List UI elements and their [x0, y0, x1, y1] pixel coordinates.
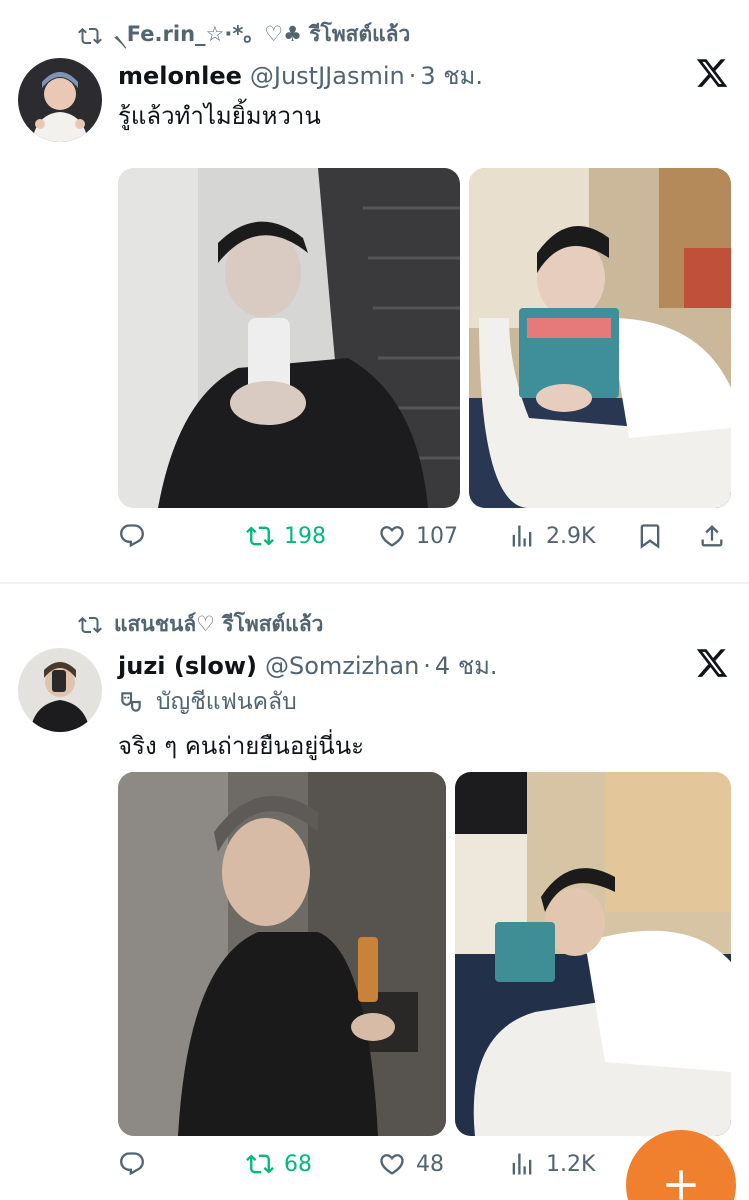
tweet-header: melonlee @JustJJasmin · 3 ชม.	[118, 56, 483, 95]
view-count: 1.2K	[546, 1151, 596, 1177]
tweet-photo[interactable]	[118, 772, 446, 1136]
fan-account-label: บัญชีแฟนคลับ	[156, 689, 297, 715]
theater-masks-icon	[121, 692, 141, 712]
bookmark-button[interactable]	[636, 522, 664, 550]
fan-account-badge: บัญชีแฟนคลับ	[118, 684, 297, 720]
repost-button[interactable]: 68	[246, 1150, 312, 1178]
repost-icon	[78, 616, 102, 633]
repost-count: 198	[284, 523, 326, 549]
repost-icon	[78, 27, 102, 44]
reply-button[interactable]	[118, 1150, 156, 1178]
tweet-1[interactable]: ৲Fe.rin_☆·*。♡♣ รีโพสต์แล้ว melonlee @Jus…	[0, 0, 749, 582]
display-name[interactable]: melonlee	[118, 62, 242, 90]
views-chart-icon	[512, 525, 532, 547]
bookmark-icon	[640, 524, 660, 549]
plus-icon	[666, 1170, 696, 1200]
views-button[interactable]: 2.9K	[508, 522, 595, 550]
avatar[interactable]	[18, 58, 102, 142]
views-chart-icon	[512, 1153, 532, 1175]
tweet-photo[interactable]	[455, 772, 731, 1136]
avatar[interactable]	[18, 648, 102, 732]
like-count: 48	[416, 1151, 444, 1177]
tweet-photo[interactable]	[469, 168, 731, 508]
separator-dot: ·	[423, 652, 431, 680]
repost-icon	[246, 1154, 274, 1174]
view-count: 2.9K	[546, 523, 596, 549]
timestamp[interactable]: 4 ชม.	[435, 646, 498, 685]
tweet-header: juzi (slow) @Somzizhan · 4 ชม.	[118, 646, 498, 685]
x-logo-icon[interactable]	[695, 646, 729, 680]
tweet-actions: 198 107 2.9K	[118, 522, 731, 562]
repost-label: รีโพสต์แล้ว	[222, 612, 324, 636]
reply-icon	[120, 524, 144, 548]
views-button[interactable]: 1.2K	[508, 1150, 595, 1178]
reply-icon	[120, 1152, 144, 1176]
share-button[interactable]	[698, 522, 726, 550]
separator-dot: ·	[408, 62, 417, 90]
timestamp[interactable]: 3 ชม.	[420, 56, 483, 95]
tweet-photo[interactable]	[118, 168, 460, 508]
repost-button[interactable]: 198	[246, 522, 326, 550]
repost-label: รีโพสต์แล้ว	[309, 22, 411, 46]
tweet-text: รู้แล้วทำไมยิ้มหวาน	[118, 102, 321, 130]
repost-user[interactable]: ৲Fe.rin_☆·*。♡♣	[114, 22, 302, 46]
repost-indicator: ৲Fe.rin_☆·*。♡♣ รีโพสต์แล้ว	[78, 18, 410, 53]
heart-icon	[380, 1154, 404, 1175]
like-button[interactable]: 48	[378, 1150, 444, 1178]
repost-icon	[246, 526, 274, 546]
like-count: 107	[416, 523, 458, 549]
repost-count: 68	[284, 1151, 312, 1177]
repost-user[interactable]: แสนชนล์♡	[114, 612, 215, 636]
like-button[interactable]: 107	[378, 522, 458, 550]
reply-button[interactable]	[118, 522, 156, 550]
x-logo-icon[interactable]	[695, 56, 729, 90]
tweet-text: จริง ๆ คนถ่ายยืนอยู่นี่นะ	[118, 732, 364, 760]
heart-icon	[380, 526, 404, 547]
tweet-2[interactable]: แสนชนล์♡ รีโพสต์แล้ว juzi (slow) @Somziz…	[0, 584, 749, 1200]
repost-indicator: แสนชนล์♡ รีโพสต์แล้ว	[78, 608, 323, 641]
share-icon	[701, 525, 723, 547]
display-name[interactable]: juzi (slow)	[118, 652, 257, 680]
user-handle[interactable]: @Somzizhan	[265, 652, 419, 680]
user-handle[interactable]: @JustJJasmin	[250, 62, 405, 90]
